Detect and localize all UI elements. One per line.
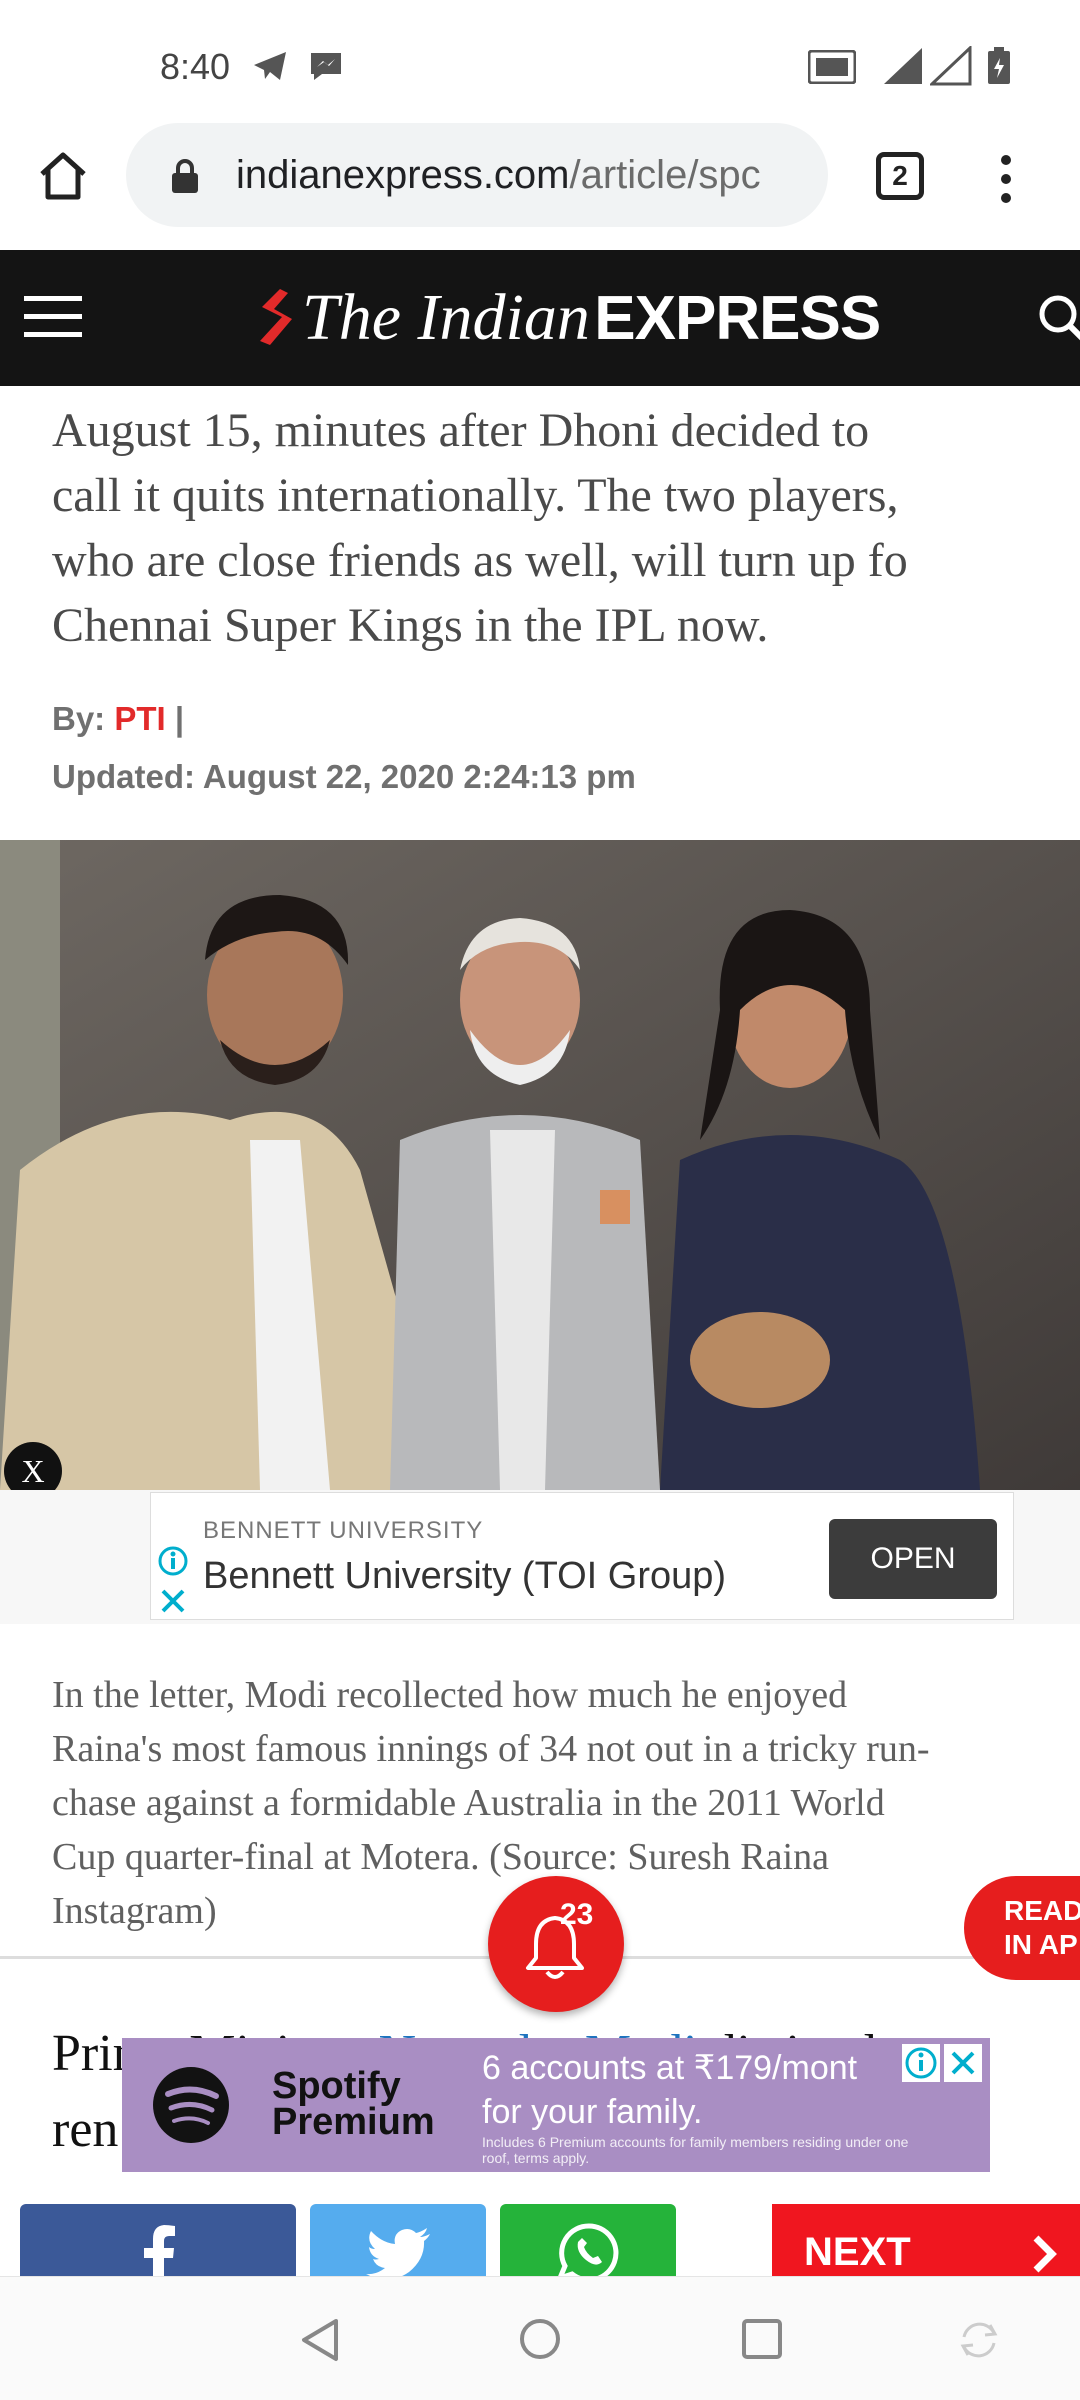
byline: By: PTI | xyxy=(52,700,184,738)
address-bar[interactable]: indianexpress.com/article/spc xyxy=(126,123,828,227)
home-icon[interactable] xyxy=(36,150,90,202)
logo-mark-icon xyxy=(260,289,292,345)
brand-line: Spotify xyxy=(272,2065,401,2107)
ad-info-icon[interactable] xyxy=(902,2044,940,2082)
ad-title: Bennett University (TOI Group) xyxy=(203,1555,727,1597)
status-bar: 8:40 xyxy=(0,0,1080,118)
spotify-ad-banner[interactable]: Spotify Premium 6 accounts at ₹179/mont … xyxy=(122,2038,990,2172)
bennett-ad-banner[interactable]: BENNETT UNIVERSITY Bennett University (T… xyxy=(0,1490,1080,1624)
logo-text-italic: The Indian xyxy=(302,281,590,354)
signal-icon xyxy=(930,46,972,86)
signal-4g-icon xyxy=(884,48,922,84)
photo-illustration xyxy=(0,840,1080,1490)
next-label: NEXT xyxy=(804,2230,911,2274)
telegram-icon xyxy=(254,52,286,80)
search-icon[interactable] xyxy=(1034,290,1080,350)
lock-icon xyxy=(172,159,198,193)
recents-icon[interactable] xyxy=(740,2317,784,2361)
byline-prefix: By: xyxy=(52,700,106,737)
site-header: The Indian EXPRESS xyxy=(0,250,1080,386)
caption-line: In the letter, Modi recollected how much… xyxy=(52,1674,848,1716)
whatsapp-icon xyxy=(556,2223,619,2283)
brand-line: Premium xyxy=(272,2101,435,2143)
body-text: Pri xyxy=(52,2025,113,2082)
byline-separator: | xyxy=(174,700,185,737)
chevron-right-icon xyxy=(1033,2235,1057,2273)
facebook-icon xyxy=(144,2225,175,2284)
more-options-icon[interactable] xyxy=(998,152,1014,206)
article-photo xyxy=(0,840,1080,1490)
tab-count: 2 xyxy=(892,160,908,191)
back-icon[interactable] xyxy=(298,2317,342,2363)
home-nav-icon[interactable] xyxy=(518,2317,562,2361)
ad-info-icon[interactable] xyxy=(157,1545,189,1577)
url-host: indianexpress.com xyxy=(236,153,570,197)
logo-text-bold: EXPRESS xyxy=(594,284,881,353)
headline-line: for your family. xyxy=(482,2093,703,2131)
volte-icon xyxy=(808,50,856,84)
system-nav-bar xyxy=(0,2276,1080,2400)
read-in-app-line: IN AP xyxy=(1004,1929,1078,1960)
updated-timestamp: Updated: August 22, 2020 2:24:13 pm xyxy=(52,758,636,795)
rotate-icon[interactable] xyxy=(956,2317,1002,2363)
twitter-icon xyxy=(366,2228,430,2280)
url-path: /article/spc xyxy=(569,153,761,197)
notification-count: 23 xyxy=(560,1898,594,1931)
spotify-brand: Spotify Premium xyxy=(272,2065,435,2143)
twitter-share-button[interactable] xyxy=(310,2204,486,2284)
lead-line: call it quits internationally. The two p… xyxy=(52,469,899,522)
spotify-logo-icon xyxy=(153,2067,229,2143)
ad-close-icon[interactable] xyxy=(159,1587,187,1615)
ad-close-icon[interactable] xyxy=(944,2044,982,2082)
spotify-headline: 6 accounts at ₹179/mont for your family. xyxy=(482,2046,857,2134)
lead-line: who are close friends as well, will turn… xyxy=(52,534,908,587)
site-logo[interactable]: The Indian EXPRESS xyxy=(250,280,881,356)
caption-line: Raina's most famous innings of 34 not ou… xyxy=(52,1728,930,1770)
byline-source-link[interactable]: PTI xyxy=(114,700,165,737)
lead-line: Chennai Super Kings in the IPL now. xyxy=(52,599,769,652)
ad-open-button[interactable]: OPEN xyxy=(829,1519,997,1599)
notification-bell-button[interactable]: 23 xyxy=(488,1876,624,2012)
spotify-fine-print: Includes 6 Premium accounts for family m… xyxy=(482,2134,909,2166)
facebook-share-button[interactable] xyxy=(20,2204,296,2284)
status-time: 8:40 xyxy=(160,46,231,87)
read-in-app-button[interactable]: READ IN AP xyxy=(964,1876,1080,1980)
browser-toolbar: indianexpress.com/article/spc 2 xyxy=(0,118,1080,250)
read-in-app-line: READ xyxy=(1004,1895,1080,1926)
url-text: indianexpress.com/article/spc xyxy=(236,153,806,198)
whatsapp-share-button[interactable] xyxy=(500,2204,676,2284)
article-lead: August 15, minutes after Dhoni decided t… xyxy=(52,398,1080,658)
messenger-icon xyxy=(311,53,341,80)
tab-switcher-button[interactable]: 2 xyxy=(876,152,924,200)
headline-line: 6 accounts at ₹179/mont xyxy=(482,2049,858,2087)
battery-charging-icon xyxy=(988,47,1010,84)
next-article-button[interactable]: NEXT xyxy=(772,2204,1080,2280)
menu-icon[interactable] xyxy=(24,294,82,340)
lead-line: August 15, minutes after Dhoni decided t… xyxy=(52,404,870,457)
ad-advertiser: BENNETT UNIVERSITY xyxy=(203,1517,484,1544)
ad-card[interactable]: BENNETT UNIVERSITY Bennett University (T… xyxy=(150,1492,1014,1620)
caption-line: chase against a formidable Australia in … xyxy=(52,1782,885,1824)
